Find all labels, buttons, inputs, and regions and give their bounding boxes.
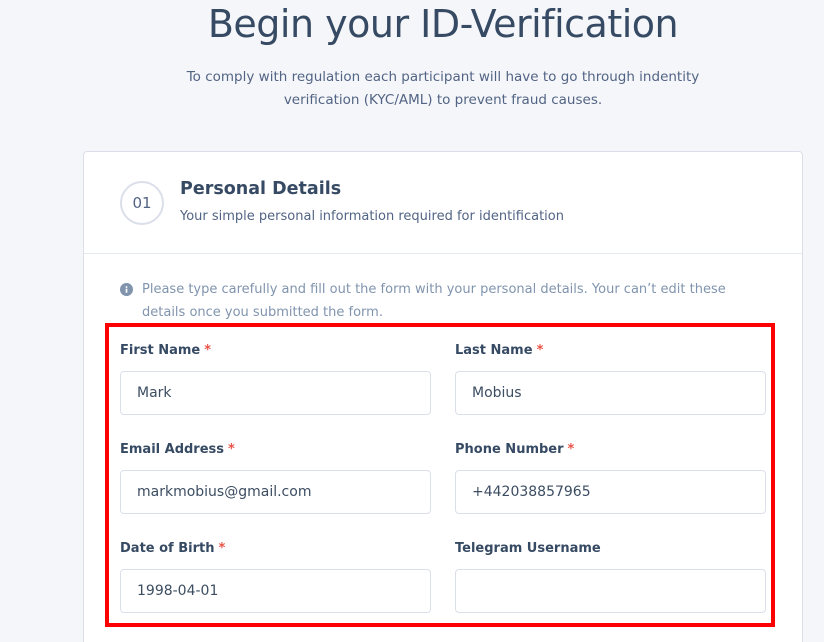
telegram-label: Telegram Username [455,541,601,556]
required-mark: * [218,541,226,556]
phone-label: Phone Number * [455,442,574,457]
last-name-label-text: Last Name [455,343,533,358]
dob-input[interactable] [120,569,431,613]
email-label: Email Address * [120,442,235,457]
telegram-label-text: Telegram Username [455,541,601,556]
dob-label: Date of Birth * [120,541,225,556]
card-header: 01 Personal Details Your simple personal… [84,152,802,254]
step-number-badge: 01 [120,181,164,225]
last-name-input[interactable] [455,371,766,415]
notice-text: Please type carefully and fill out the f… [142,282,726,320]
phone-label-text: Phone Number [455,442,564,457]
first-name-label: First Name * [120,343,211,358]
required-mark: * [567,442,575,457]
required-mark: * [204,343,212,358]
last-name-label: Last Name * [455,343,543,358]
form-notice: Please type carefully and fill out the f… [120,278,760,324]
section-title: Personal Details [180,179,342,199]
first-name-input[interactable] [120,371,431,415]
page-subtitle: To comply with regulation each participa… [186,69,700,108]
telegram-input[interactable] [455,569,766,613]
first-name-label-text: First Name [120,343,201,358]
info-icon [120,283,133,296]
section-subtitle: Your simple personal information require… [180,209,564,224]
required-mark: * [228,442,235,457]
dob-label-text: Date of Birth [120,541,215,556]
email-label-text: Email Address [120,442,225,457]
required-mark: * [536,343,544,358]
page-title: Begin your ID-Verification [207,2,679,46]
email-input[interactable] [120,470,431,514]
phone-input[interactable] [455,470,766,514]
